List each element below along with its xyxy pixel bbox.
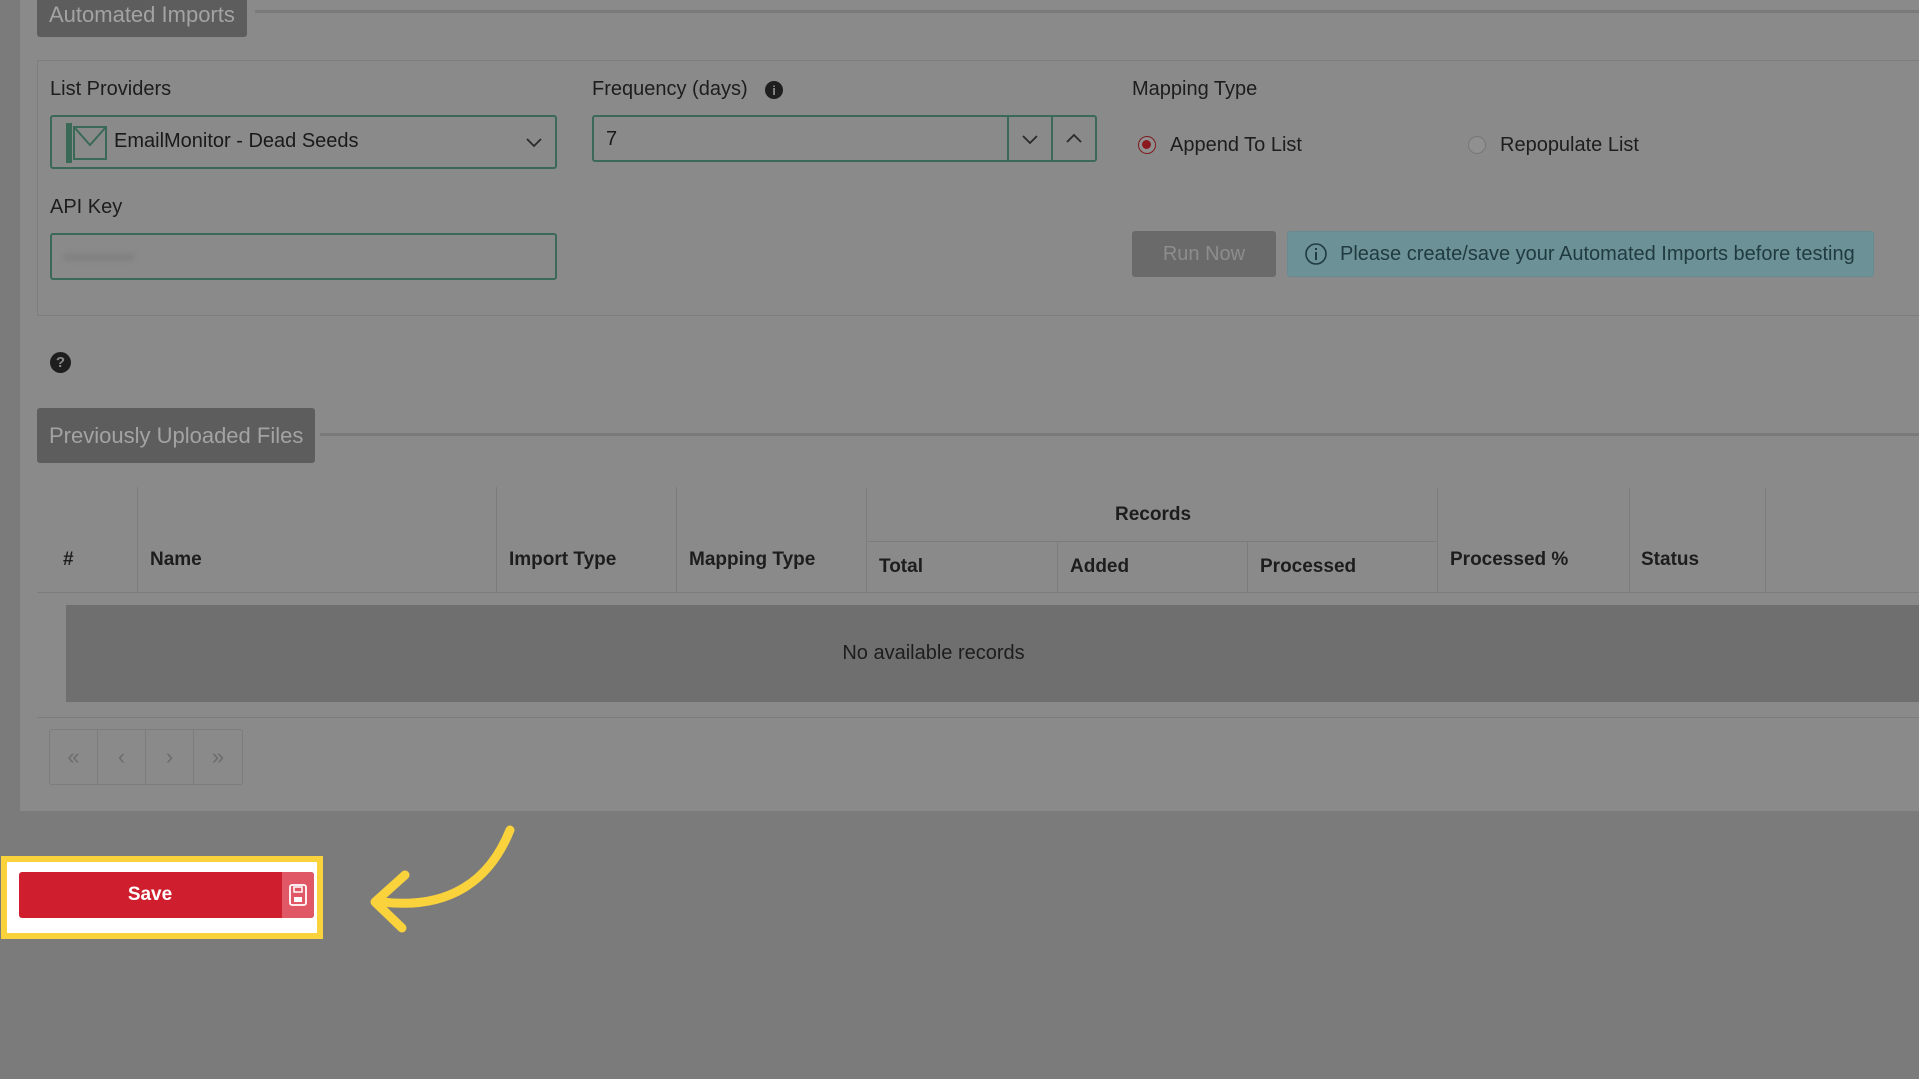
col-header-mapping-type[interactable]: Mapping Type bbox=[689, 549, 815, 571]
info-icon[interactable]: i bbox=[765, 81, 783, 99]
col-header-name[interactable]: Name bbox=[150, 549, 202, 571]
frequency-value: 7 bbox=[606, 128, 618, 150]
arrow-annotation-icon bbox=[370, 825, 515, 933]
list-providers-value: EmailMonitor - Dead Seeds bbox=[114, 130, 359, 152]
help-icon[interactable]: ? bbox=[50, 352, 71, 373]
mapping-type-label: Mapping Type bbox=[1132, 78, 1258, 100]
col-divider bbox=[496, 487, 497, 592]
col-divider bbox=[676, 487, 677, 592]
repopulate-list-radio[interactable] bbox=[1468, 136, 1486, 154]
col-divider bbox=[1437, 487, 1438, 592]
row-divider bbox=[37, 592, 1919, 593]
col-header-processed[interactable]: Processed bbox=[1260, 556, 1356, 578]
chevron-down-icon bbox=[525, 133, 543, 156]
col-header-records: Records bbox=[1115, 504, 1192, 525]
col-header-total[interactable]: Total bbox=[879, 556, 923, 578]
repopulate-list-label[interactable]: Repopulate List bbox=[1500, 134, 1639, 157]
info-circle-icon bbox=[1304, 242, 1328, 266]
frequency-label: Frequency (days) bbox=[592, 78, 748, 100]
previous-files-title: Previously Uploaded Files bbox=[49, 422, 304, 448]
col-divider bbox=[1247, 541, 1248, 592]
list-providers-select[interactable]: EmailMonitor - Dead Seeds bbox=[50, 115, 557, 169]
append-to-list-label[interactable]: Append To List bbox=[1170, 134, 1302, 157]
append-to-list-radio[interactable] bbox=[1138, 136, 1156, 154]
page: Automated Imports List Providers EmailMo… bbox=[0, 0, 1919, 1079]
automated-imports-title: Automated Imports bbox=[49, 1, 235, 27]
col-header-added[interactable]: Added bbox=[1070, 556, 1129, 578]
decrement-button[interactable] bbox=[1007, 117, 1051, 160]
increment-button[interactable] bbox=[1051, 117, 1095, 160]
row-divider bbox=[866, 541, 1437, 542]
save-highlight-frame: Save bbox=[1, 856, 323, 939]
section-divider bbox=[255, 10, 1919, 13]
envelope-icon bbox=[64, 121, 108, 170]
prev-page-button[interactable]: ‹ bbox=[98, 730, 146, 784]
first-page-button[interactable]: « bbox=[50, 730, 98, 784]
col-divider bbox=[1057, 541, 1058, 592]
col-header-status[interactable]: Status bbox=[1641, 549, 1699, 571]
alert-text: Please create/save your Automated Import… bbox=[1340, 242, 1855, 265]
col-header-processed-pct[interactable]: Processed % bbox=[1450, 549, 1568, 571]
empty-table-text: No available records bbox=[842, 642, 1025, 664]
api-key-label: API Key bbox=[50, 196, 123, 218]
col-divider bbox=[1629, 487, 1630, 592]
run-now-button[interactable]: Run Now bbox=[1132, 231, 1276, 277]
empty-table-row: No available records bbox=[66, 605, 1919, 702]
api-key-input[interactable]: •••••••••• bbox=[50, 233, 557, 280]
pagination: « ‹ › » bbox=[49, 729, 243, 785]
list-providers-label: List Providers bbox=[50, 78, 172, 100]
chevron-up-icon bbox=[1066, 133, 1082, 143]
row-divider bbox=[37, 717, 1919, 718]
api-key-value: •••••••••• bbox=[64, 247, 135, 269]
col-header-index[interactable]: # bbox=[63, 549, 74, 571]
section-divider bbox=[320, 433, 1919, 436]
save-button[interactable]: Save bbox=[19, 872, 314, 918]
save-icon bbox=[282, 872, 314, 918]
automated-imports-tab: Automated Imports bbox=[37, 0, 247, 37]
col-divider bbox=[137, 487, 138, 592]
info-alert: Please create/save your Automated Import… bbox=[1287, 231, 1874, 277]
save-label: Save bbox=[127, 884, 173, 905]
col-header-import-type[interactable]: Import Type bbox=[509, 549, 616, 571]
col-divider bbox=[1765, 487, 1766, 592]
run-now-label: Run Now bbox=[1162, 242, 1246, 265]
last-page-button[interactable]: » bbox=[194, 730, 242, 784]
frequency-stepper[interactable]: 7 bbox=[592, 115, 1097, 162]
col-divider bbox=[866, 487, 867, 592]
chevron-down-icon bbox=[1022, 134, 1038, 144]
previous-files-tab: Previously Uploaded Files bbox=[37, 408, 316, 463]
next-page-button[interactable]: › bbox=[146, 730, 194, 784]
